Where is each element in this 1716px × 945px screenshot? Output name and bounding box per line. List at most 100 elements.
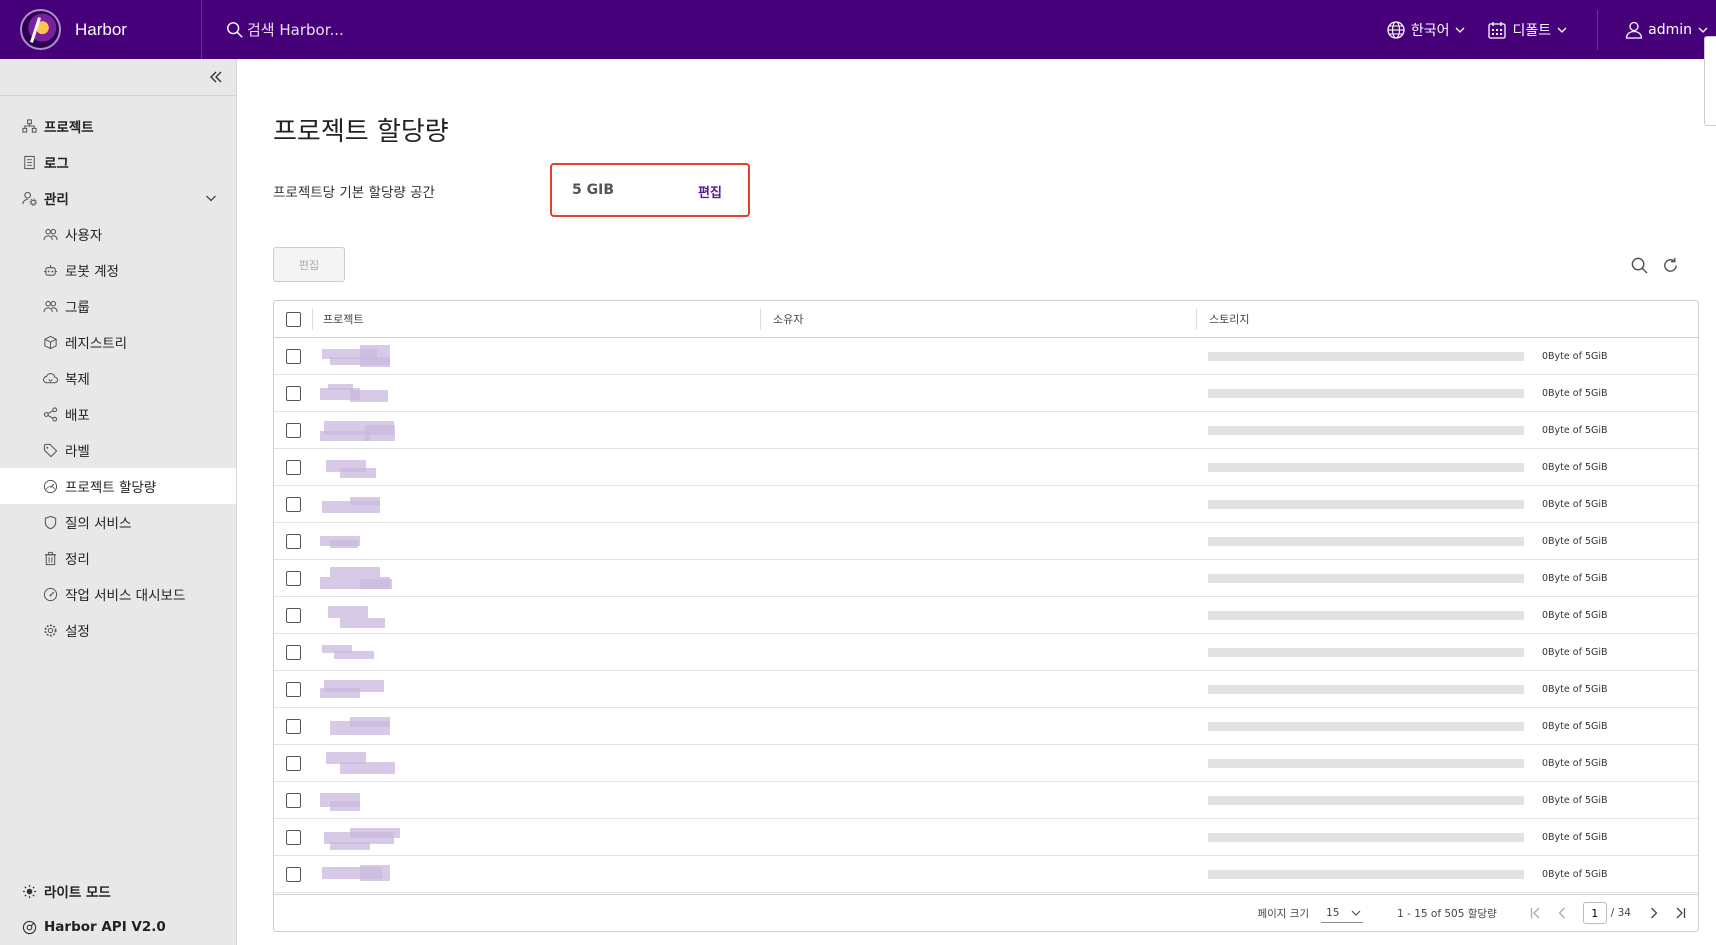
row-checkbox[interactable] [285, 570, 301, 586]
table-row[interactable]: 0Byte of 5GiB [274, 338, 1698, 375]
refresh-icon[interactable] [1661, 256, 1680, 275]
sidebar-item-job-service-dashboard[interactable]: 작업 서비스 대시보드 [0, 576, 236, 612]
storage-cell: 0Byte of 5GiB [1196, 486, 1698, 522]
datetime-format-selector[interactable]: 디폴트 [1487, 20, 1567, 40]
project-name-cell[interactable] [312, 597, 760, 633]
table-row[interactable]: 0Byte of 5GiB [274, 819, 1698, 856]
column-header-project[interactable]: 프로젝트 [312, 308, 760, 330]
sidebar-item-label: 그룹 [65, 300, 90, 316]
table-row[interactable]: 0Byte of 5GiB [274, 597, 1698, 634]
project-name-cell[interactable] [312, 523, 760, 559]
project-name-cell[interactable] [312, 412, 760, 448]
replication-icon [43, 372, 58, 383]
project-name-cell[interactable] [312, 486, 760, 522]
project-name-cell[interactable] [312, 745, 760, 781]
table-row[interactable]: 0Byte of 5GiB [274, 523, 1698, 560]
sidebar-item-administration[interactable]: 관리 [0, 180, 236, 216]
project-name-cell[interactable] [312, 338, 760, 374]
edit-default-quota-link[interactable]: 편집 [698, 182, 722, 201]
table-row[interactable]: 0Byte of 5GiB [274, 782, 1698, 819]
theme-toggle[interactable]: 라이트 모드 [0, 873, 236, 909]
row-checkbox[interactable] [285, 533, 301, 549]
sidebar-item-logs[interactable]: 로그 [0, 144, 236, 180]
first-page-icon[interactable] [1528, 905, 1544, 921]
table-row[interactable]: 0Byte of 5GiB [274, 634, 1698, 671]
row-checkbox[interactable] [285, 607, 301, 623]
page-size-select[interactable]: 15 [1321, 903, 1364, 923]
language-selector[interactable]: 한국어 [1386, 20, 1466, 40]
user-menu[interactable]: admin [1624, 20, 1708, 40]
row-checkbox[interactable] [285, 385, 301, 401]
project-name-cell[interactable] [312, 671, 760, 707]
brand[interactable]: Harbor [0, 0, 202, 59]
table-row[interactable]: 0Byte of 5GiB [274, 745, 1698, 782]
last-page-icon[interactable] [1672, 905, 1688, 921]
project-name-cell[interactable] [312, 634, 760, 670]
project-name-cell[interactable] [312, 375, 760, 411]
sidebar-item-users[interactable]: 사용자 [0, 216, 236, 252]
shield-icon [44, 515, 57, 529]
column-header-storage[interactable]: 스토리지 [1196, 308, 1698, 330]
edit-quota-button[interactable]: 편집 [273, 247, 345, 282]
table-row[interactable]: 0Byte of 5GiB [274, 412, 1698, 449]
project-name-cell[interactable] [312, 560, 760, 596]
table-row[interactable]: 0Byte of 5GiB [274, 560, 1698, 597]
redacted-project-name [320, 713, 425, 741]
default-quota-label: 프로젝트당 기본 할당량 공간 [273, 185, 435, 201]
chevron-down-icon[interactable] [205, 192, 217, 204]
sidebar-item-configuration[interactable]: 설정 [0, 612, 236, 648]
sidebar-item-robot-accounts[interactable]: 로봇 계정 [0, 252, 236, 288]
row-checkbox[interactable] [285, 459, 301, 475]
column-header-owner[interactable]: 소유자 [760, 308, 1196, 330]
table-row[interactable]: 0Byte of 5GiB [274, 449, 1698, 486]
table-row[interactable]: 0Byte of 5GiB [274, 486, 1698, 523]
current-page-input[interactable] [1582, 902, 1607, 924]
search-input[interactable] [247, 20, 547, 39]
sidebar-item-clean-up[interactable]: 정리 [0, 540, 236, 576]
row-checkbox[interactable] [285, 644, 301, 660]
project-name-cell[interactable] [312, 819, 760, 855]
select-all-checkbox[interactable] [285, 311, 301, 327]
sidebar-item-projects[interactable]: 프로젝트 [0, 108, 236, 144]
table-row[interactable]: 0Byte of 5GiB [274, 856, 1698, 893]
project-name-cell[interactable] [312, 782, 760, 818]
sidebar-item-interrogation-services[interactable]: 질의 서비스 [0, 504, 236, 540]
row-checkbox[interactable] [285, 829, 301, 845]
collapse-sidebar-icon[interactable] [208, 69, 224, 85]
project-name-cell[interactable] [312, 708, 760, 744]
top-header: Harbor 한국어 디폴트 admin [0, 0, 1716, 126]
global-search[interactable] [226, 0, 626, 59]
storage-cell: 0Byte of 5GiB [1196, 671, 1698, 707]
row-checkbox[interactable] [285, 681, 301, 697]
row-checkbox[interactable] [285, 348, 301, 364]
sidebar-item-registries[interactable]: 레지스트리 [0, 324, 236, 360]
table-row[interactable]: 0Byte of 5GiB [274, 671, 1698, 708]
storage-usage-bar [1208, 647, 1524, 657]
page-title: 프로젝트 할당량 [273, 117, 449, 147]
storage-cell: 0Byte of 5GiB [1196, 745, 1698, 781]
sidebar-item-project-quotas[interactable]: 프로젝트 할당량 [0, 468, 236, 504]
sidebar-item-label: 설정 [65, 624, 90, 640]
sidebar-item-distributions[interactable]: 배포 [0, 396, 236, 432]
row-checkbox[interactable] [285, 792, 301, 808]
next-page-icon[interactable] [1646, 905, 1662, 921]
row-checkbox[interactable] [285, 866, 301, 882]
storage-usage-bar [1208, 388, 1524, 398]
search-icon[interactable] [1630, 256, 1649, 275]
table-row[interactable]: 0Byte of 5GiB [274, 375, 1698, 412]
table-row[interactable]: 0Byte of 5GiB [274, 708, 1698, 745]
project-name-cell[interactable] [312, 856, 760, 892]
previous-page-icon[interactable] [1554, 905, 1570, 921]
storage-usage-label: 0Byte of 5GiB [1542, 757, 1608, 769]
row-checkbox[interactable] [285, 496, 301, 512]
row-checkbox[interactable] [285, 755, 301, 771]
sidebar-item-replications[interactable]: 복제 [0, 360, 236, 396]
owner-cell [760, 745, 1196, 781]
api-link[interactable]: Harbor API V2.0 [0, 909, 236, 945]
row-checkbox[interactable] [285, 422, 301, 438]
row-checkbox[interactable] [285, 718, 301, 734]
main-content: 프로젝트 할당량 프로젝트당 기본 할당량 공간 5 GIB 편집 편집 프로젝… [237, 59, 1716, 945]
sidebar-item-labels[interactable]: 라벨 [0, 432, 236, 468]
project-name-cell[interactable] [312, 449, 760, 485]
sidebar-item-groups[interactable]: 그룹 [0, 288, 236, 324]
